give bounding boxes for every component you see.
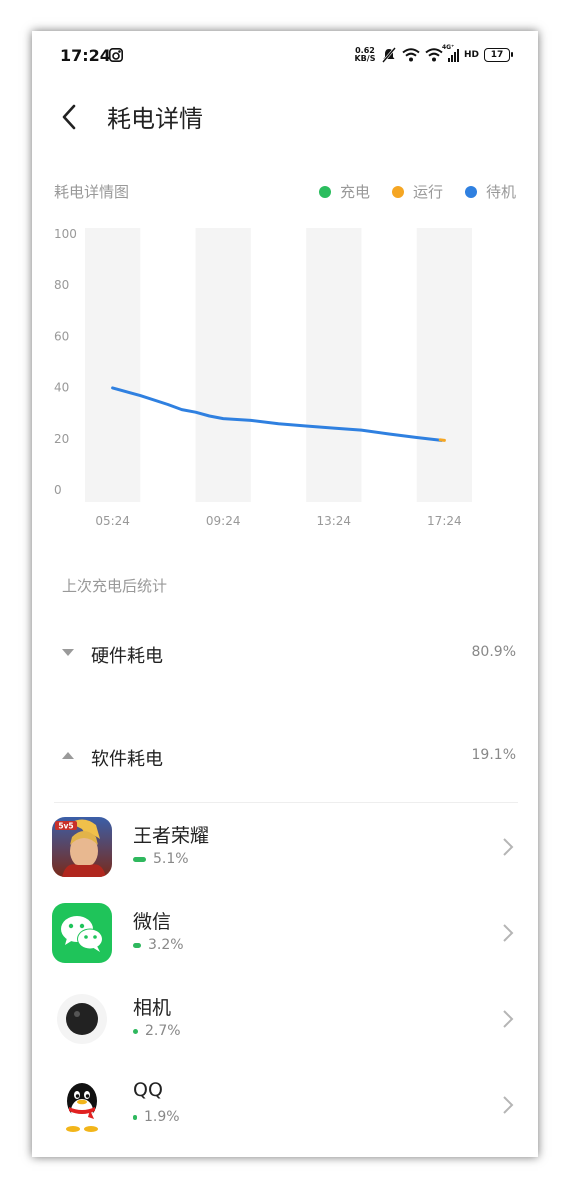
app-row-wechat[interactable]: 微信 3.2% — [32, 903, 538, 989]
wifi-icon — [425, 48, 443, 62]
app-name: 王者荣耀 — [133, 825, 210, 847]
app-row-camera[interactable]: 相机 2.7% — [32, 989, 538, 1075]
chevron-right-icon — [503, 1096, 514, 1114]
y-tick-label: 60 — [54, 329, 69, 343]
collapse-arrow-icon — [62, 649, 74, 656]
x-tick-label: 09:24 — [206, 514, 241, 528]
y-tick-label: 100 — [54, 227, 77, 241]
series-line-0 — [111, 386, 444, 442]
app-percent: 1.9% — [144, 1109, 180, 1125]
x-tick-label: 17:24 — [427, 514, 462, 528]
y-tick-label: 40 — [54, 381, 69, 395]
battery-chart: 100 80 60 40 20 0 05:24 09:24 13:24 17:24 — [54, 227, 472, 528]
qq-icon — [52, 1075, 112, 1135]
chart-title: 耗电详情图 — [54, 183, 130, 201]
mute-icon — [381, 47, 396, 63]
legend-item-standby: 待机 — [464, 181, 516, 202]
signal-label: 4G⁺ — [441, 44, 455, 51]
chevron-right-icon — [503, 838, 514, 856]
app-percent: 2.7% — [145, 1023, 181, 1039]
chart-band — [85, 228, 141, 502]
hd-badge: HD — [463, 50, 479, 60]
chevron-right-icon — [503, 924, 514, 942]
legend-label-running: 运行 — [412, 183, 443, 201]
page-title: 耗电详情 — [107, 105, 203, 133]
legend-dot-running — [391, 185, 404, 198]
app-name: 微信 — [133, 911, 172, 933]
chart-band — [306, 228, 362, 502]
phone-screen: 17:24 0.62 KB/S 4G⁺ HD 17 耗电详情 耗电详情图 充电 … — [32, 31, 538, 1157]
net-speed: 0.62 KB/S — [354, 47, 376, 63]
software-usage-value: 19.1% — [471, 747, 516, 763]
hardware-usage-label: 硬件耗电 — [91, 646, 163, 667]
app-usage: 1.9% — [133, 1109, 180, 1125]
net-speed-unit: KB/S — [354, 54, 376, 63]
legend-item-charging: 充电 — [318, 181, 370, 202]
hardware-usage-value: 80.9% — [471, 644, 516, 660]
hardware-usage-row[interactable]: 硬件耗电 80.9% — [32, 634, 538, 674]
status-icons: 0.62 KB/S 4G⁺ HD 17 — [354, 44, 513, 65]
app-percent: 5.1% — [153, 851, 189, 867]
svg-text:5v5: 5v5 — [58, 822, 73, 831]
battery-level: 17 — [490, 50, 504, 60]
app-percent: 3.2% — [148, 937, 184, 953]
x-tick-label: 13:24 — [316, 514, 351, 528]
usage-bar — [133, 942, 141, 948]
app-usage: 3.2% — [133, 937, 184, 953]
legend-item-running: 运行 — [391, 181, 443, 202]
status-time: 17:24 — [60, 46, 111, 65]
app-usage: 5.1% — [133, 851, 189, 867]
chart-band — [195, 228, 251, 502]
chart-legend: 充电 运行 待机 — [318, 181, 516, 202]
wechat-icon — [52, 903, 112, 963]
x-tick-label: 05:24 — [95, 514, 130, 528]
chart-band — [416, 228, 472, 502]
legend-label-standby: 待机 — [485, 183, 516, 201]
usage-bar — [133, 856, 146, 862]
software-usage-label: 软件耗电 — [91, 749, 163, 770]
app-name: QQ — [133, 1079, 163, 1101]
usage-bar — [133, 1028, 138, 1034]
y-tick-label: 0 — [54, 483, 62, 497]
wifi-icon — [402, 48, 420, 62]
legend-label-charging: 充电 — [339, 183, 370, 201]
battery-icon: 17 — [484, 48, 513, 62]
app-row-qq[interactable]: QQ 1.9% — [32, 1075, 538, 1157]
camera-icon — [52, 989, 112, 1049]
software-usage-row[interactable]: 软件耗电 19.1% — [32, 737, 538, 777]
since-charge-label: 上次充电后统计 — [62, 577, 168, 595]
status-bar: 17:24 0.62 KB/S 4G⁺ HD 17 — [32, 31, 538, 81]
series-line-1 — [438, 438, 446, 442]
y-tick-label: 20 — [54, 432, 69, 446]
legend-dot-charging — [318, 185, 331, 198]
app-row-honor-of-kings[interactable]: 5v5 王者荣耀 5.1% — [32, 817, 538, 903]
divider — [54, 802, 518, 803]
app-name: 相机 — [133, 997, 172, 1019]
legend-dot-standby — [464, 185, 477, 198]
notification-icon — [109, 48, 123, 62]
usage-bar — [133, 1114, 137, 1120]
honor-of-kings-icon: 5v5 — [52, 817, 112, 877]
chevron-right-icon — [503, 1010, 514, 1028]
back-arrow-icon[interactable] — [58, 103, 82, 131]
app-usage: 2.7% — [133, 1023, 181, 1039]
signal-icon: 4G⁺ — [442, 44, 459, 62]
y-tick-label: 80 — [54, 278, 69, 292]
expand-arrow-icon — [62, 752, 74, 759]
